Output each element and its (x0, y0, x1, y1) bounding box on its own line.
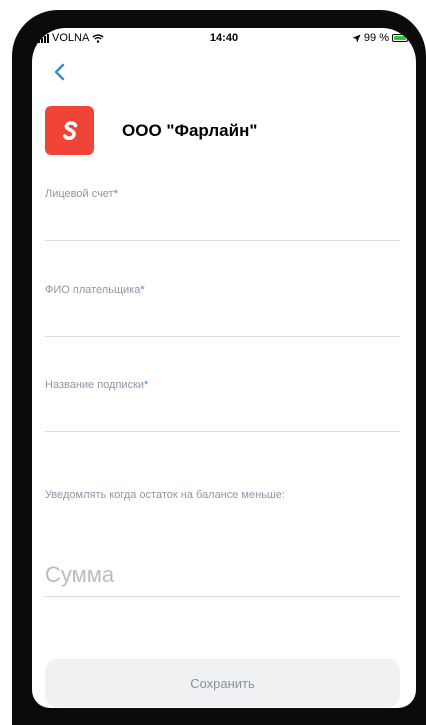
company-logo (45, 106, 94, 155)
company-name: ООО "Фарлайн" (122, 121, 258, 140)
location-arrow-icon (352, 33, 361, 43)
battery-percent: 99 % (363, 32, 389, 44)
chevron-left-icon (54, 63, 65, 81)
subscription-name-label: Название подписки* (45, 378, 148, 392)
account-label-text: Лицевой счет (45, 188, 114, 200)
amount-input[interactable] (45, 554, 400, 597)
required-marker: * (113, 188, 118, 200)
required-marker: * (144, 379, 149, 391)
save-button[interactable]: Сохранить (45, 659, 400, 707)
battery-icon (392, 34, 410, 42)
subscription-name-label-text: Название подписки (45, 379, 145, 391)
back-button[interactable] (48, 60, 72, 84)
payer-name-label: ФИО плательщика* (45, 283, 145, 297)
company-logo-icon (62, 120, 77, 140)
notify-balance-label: Уведомлять когда остаток на балансе мень… (45, 489, 285, 501)
status-right: 99 % (352, 32, 410, 44)
subscription-name-input[interactable] (45, 405, 400, 432)
status-bar: VOLNA 14:40 99 % (32, 28, 416, 50)
account-input[interactable] (45, 214, 400, 241)
payer-name-input[interactable] (45, 310, 400, 337)
required-marker: * (140, 284, 145, 296)
payer-name-label-text: ФИО плательщика (45, 284, 141, 296)
account-label: Лицевой счет* (45, 187, 118, 201)
app-screen: VOLNA 14:40 99 % ООО "Фарлайн" Лицевой с… (32, 28, 416, 708)
